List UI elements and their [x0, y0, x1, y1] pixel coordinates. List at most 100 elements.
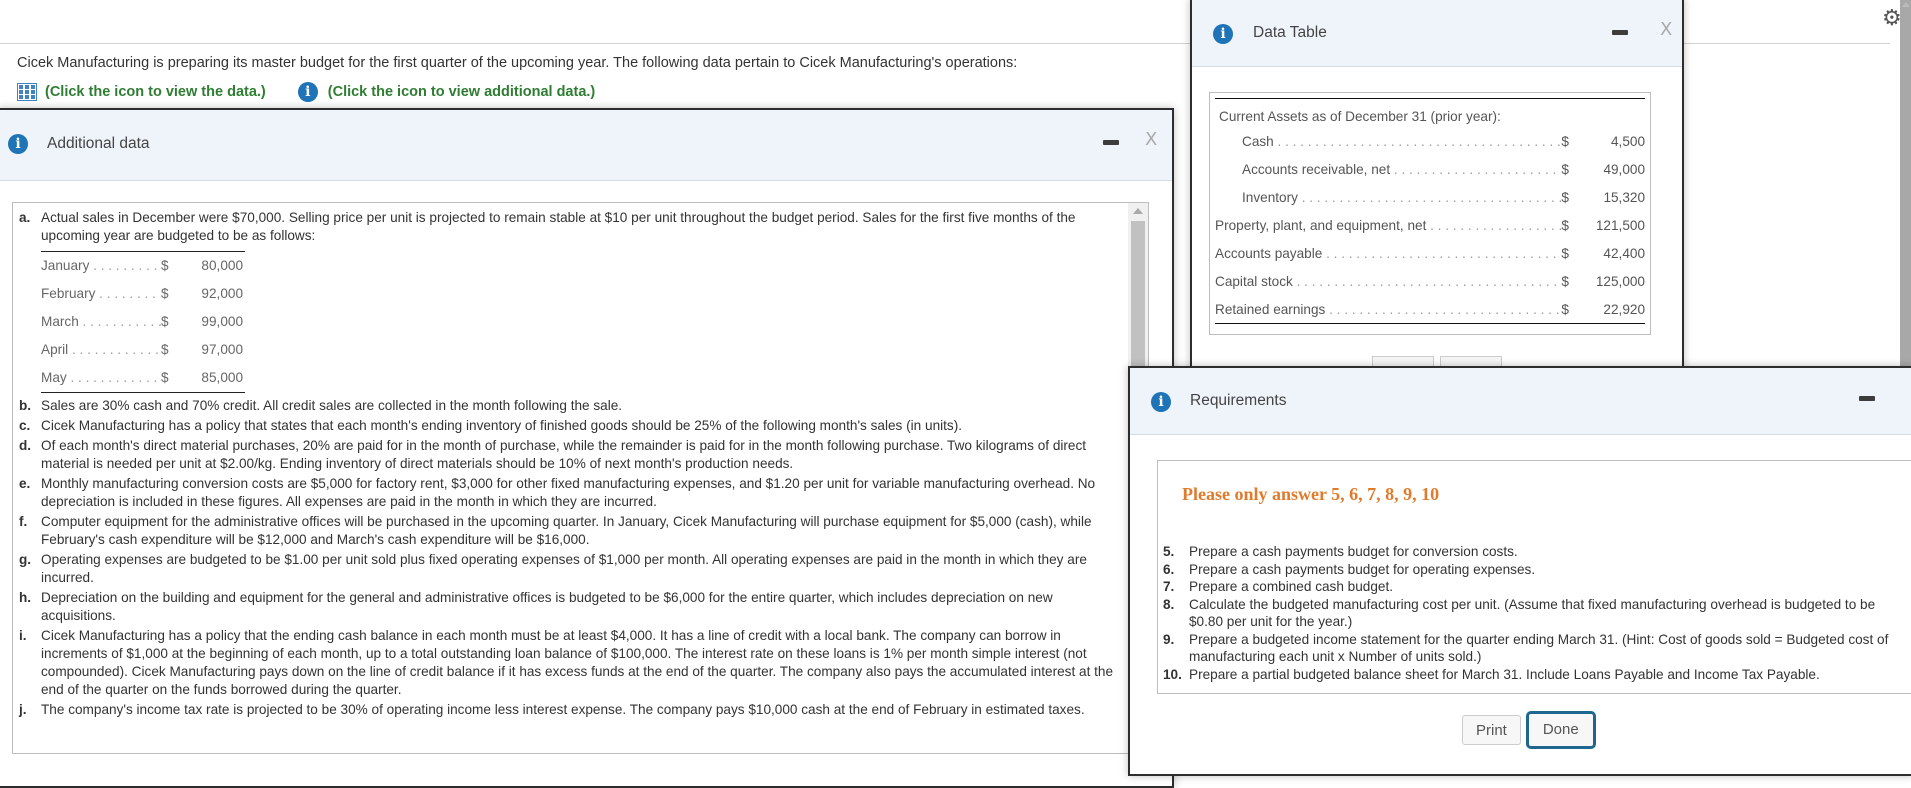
row-label: Capital stock [1215, 274, 1561, 289]
requirement-text: Prepare a partial budgeted balance sheet… [1189, 666, 1820, 682]
currency-symbol: $ [1561, 189, 1569, 205]
table-grid-icon[interactable] [17, 83, 37, 101]
currency-symbol: $ [161, 370, 169, 385]
row-value: 42,400 [1603, 245, 1645, 261]
requirement-text: Prepare a cash payments budget for opera… [1189, 561, 1536, 577]
dialog-title: Requirements [1190, 392, 1287, 409]
item-letter: h. [19, 590, 32, 605]
requirement-text: Prepare a budgeted income statement for … [1189, 631, 1889, 665]
view-data-link[interactable]: (Click the icon to view the data.) [17, 83, 266, 101]
requirement-text: Prepare a cash payments budget for conve… [1189, 544, 1518, 559]
close-button[interactable]: X [1660, 19, 1672, 40]
item-text: Monthly manufacturing conversion costs a… [41, 476, 1096, 509]
currency-symbol: $ [161, 314, 169, 329]
sales-table: January$80,000February$92,000March$99,00… [41, 251, 245, 393]
row-value: 22,920 [1603, 301, 1645, 317]
sales-value: 80,000 [201, 258, 243, 273]
item-text: Depreciation on the building and equipme… [41, 590, 1053, 623]
view-additional-data-link-text[interactable]: (Click the icon to view additional data.… [328, 84, 595, 100]
dialog-title: Additional data [47, 135, 150, 152]
item-letter: d. [19, 438, 32, 453]
info-icon: i [8, 134, 28, 154]
minimize-button[interactable] [1103, 140, 1119, 145]
requirement-number: 6. [1163, 561, 1175, 577]
row-value: 121,500 [1595, 217, 1645, 233]
row-value: 125,000 [1595, 273, 1645, 289]
currency-symbol: $ [161, 258, 169, 273]
sales-month: May [41, 369, 161, 387]
requirement-text: Calculate the budgeted manufacturing cos… [1189, 596, 1876, 630]
item-text: Operating expenses are budgeted to be $1… [41, 552, 1087, 585]
item-letter: c. [19, 418, 31, 433]
requirement-item: 7. Prepare a combined cash budget. [1163, 578, 1903, 596]
list-item: b. Sales are 30% cash and 70% credit. All… [19, 397, 1119, 415]
currency-symbol: $ [1561, 217, 1569, 233]
item-text: Cicek Manufacturing has a policy that st… [41, 418, 963, 433]
table-row: Capital stock$125,000 [1215, 267, 1645, 295]
requirement-number: 8. [1163, 596, 1175, 612]
sales-month: February [41, 285, 161, 303]
sales-row: May$85,000 [41, 364, 245, 392]
additional-data-dialog: i Additional data X a. Actual sales in D… [0, 108, 1174, 788]
scroll-up-arrow-icon[interactable] [1133, 208, 1143, 214]
table-row: Accounts receivable, net$49,000 [1215, 155, 1645, 183]
sales-row: January$80,000 [41, 252, 245, 280]
currency-symbol: $ [161, 286, 169, 301]
list-item: j. The company's income tax rate is proje… [19, 701, 1119, 719]
dialog-header[interactable]: i Requirements [1130, 368, 1911, 435]
requirement-number: 10. [1163, 666, 1182, 682]
sales-month: March [41, 313, 161, 331]
item-letter: g. [19, 552, 32, 567]
currency-symbol: $ [1561, 301, 1569, 317]
requirement-item: 8. Calculate the budgeted manufacturing c… [1163, 596, 1903, 631]
list-item: i. Cicek Manufacturing has a policy that … [19, 627, 1119, 699]
item-text: Cicek Manufacturing has a policy that th… [41, 628, 1114, 697]
requirement-item: 5. Prepare a cash payments budget for con… [1163, 543, 1903, 561]
row-label: Retained earnings [1215, 302, 1561, 317]
list-item: f. Computer equipment for the administrat… [19, 513, 1119, 549]
close-button[interactable]: X [1145, 129, 1157, 150]
requirements-content: Please only answer 5, 6, 7, 8, 9, 10 5. P… [1157, 460, 1911, 694]
info-icon[interactable]: i [297, 82, 318, 102]
dialog-header[interactable]: i Data Table X [1192, 0, 1682, 67]
item-letter: e. [19, 476, 31, 491]
minimize-button[interactable] [1859, 396, 1875, 401]
item-text: The company's income tax rate is project… [41, 702, 1085, 717]
minimize-button[interactable] [1612, 30, 1628, 35]
list-item: g. Operating expenses are budgeted to be … [19, 551, 1119, 587]
item-letter: b. [19, 398, 32, 413]
problem-intro: Cicek Manufacturing is preparing its mas… [17, 55, 1018, 71]
row-label: Property, plant, and equipment, net [1215, 218, 1561, 233]
requirement-item: 10. Prepare a partial budgeted balance sh… [1163, 666, 1903, 684]
gear-icon[interactable]: ⚙ [1882, 7, 1902, 29]
table-row: Inventory$15,320 [1215, 183, 1645, 211]
item-text: Sales are 30% cash and 70% credit. All c… [41, 398, 623, 413]
print-button[interactable]: Print [1462, 715, 1521, 745]
requirement-item: 9. Prepare a budgeted income statement fo… [1163, 631, 1903, 666]
list-item: d. Of each month's direct material purcha… [19, 437, 1119, 473]
item-letter: i. [19, 628, 27, 643]
table-caption: Current Assets as of December 31 (prior … [1219, 109, 1501, 124]
row-value: 15,320 [1603, 189, 1646, 205]
done-button[interactable]: Done [1525, 711, 1596, 749]
view-additional-data-link[interactable]: i (Click the icon to view additional dat… [297, 82, 595, 102]
scroll-up-arrow-icon[interactable] [1902, 2, 1910, 7]
table-row: Retained earnings$22,920 [1215, 295, 1645, 324]
list-item: c. Cicek Manufacturing has a policy that … [19, 417, 1119, 435]
info-icon: i [1213, 24, 1233, 44]
row-label: Cash [1215, 134, 1561, 149]
requirement-number: 7. [1163, 579, 1175, 594]
currency-symbol: $ [1561, 273, 1569, 289]
dialog-header[interactable]: i Additional data X [0, 110, 1172, 181]
row-label: Accounts receivable, net [1215, 162, 1561, 177]
view-data-link-text[interactable]: (Click the icon to view the data.) [45, 84, 266, 100]
row-label: Inventory [1215, 190, 1561, 205]
row-label: Accounts payable [1215, 246, 1561, 261]
requirement-text: Prepare a combined cash budget. [1189, 579, 1394, 594]
item-text: Of each month's direct material purchase… [41, 438, 1087, 471]
table-row: Accounts payable$42,400 [1215, 239, 1645, 267]
currency-symbol: $ [1561, 161, 1569, 177]
item-letter: f. [19, 514, 28, 529]
currency-symbol: $ [1561, 245, 1569, 261]
sales-month: January [41, 257, 161, 275]
